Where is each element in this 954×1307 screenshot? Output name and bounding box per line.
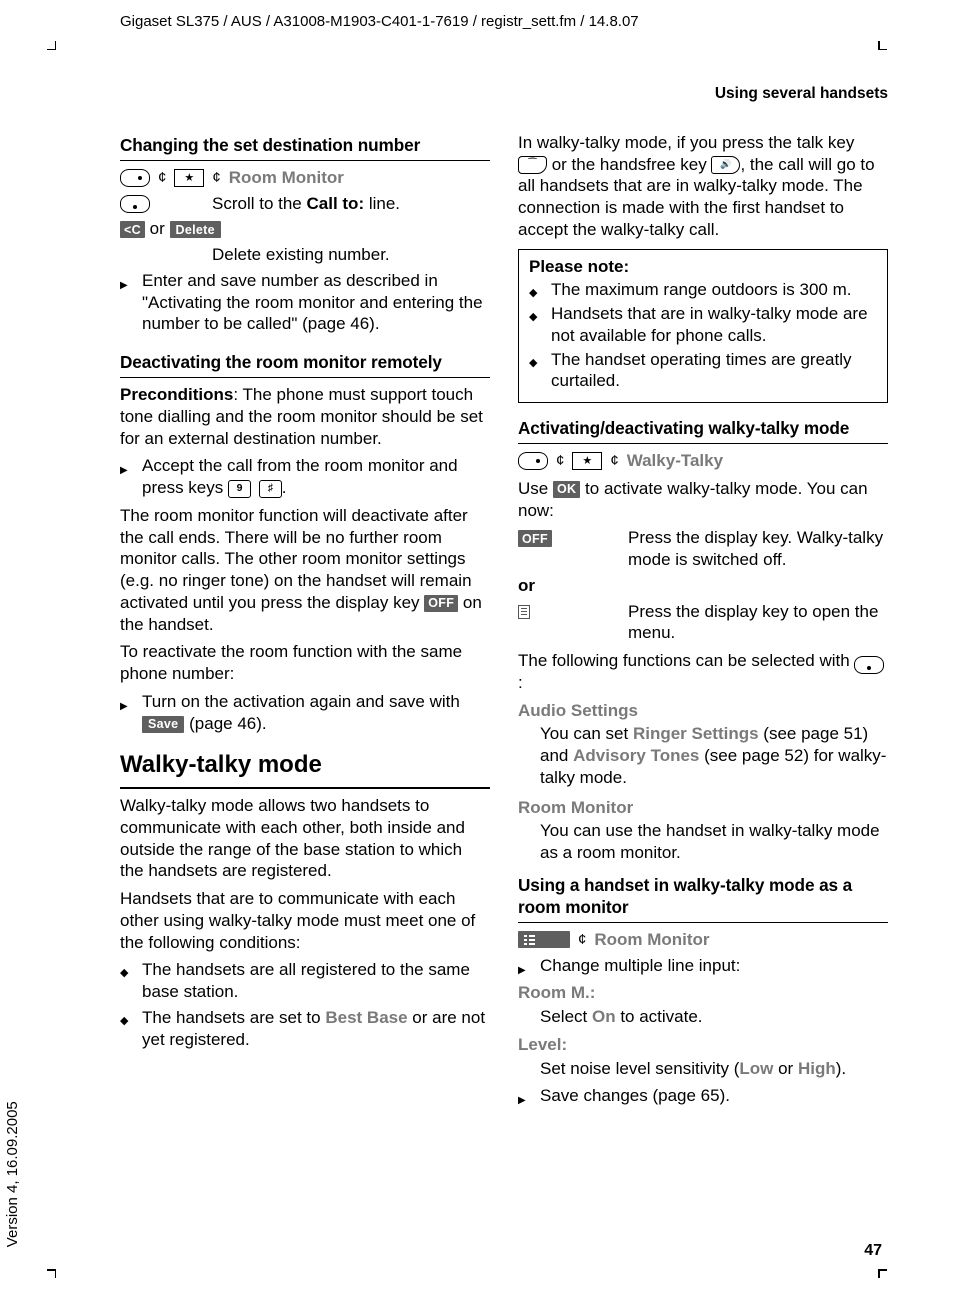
running-head: Using several handsets [120,84,888,104]
body-text: The room monitor function will deactivat… [120,505,490,636]
nav-path: ¢ ¢ Walky-Talky [518,450,888,472]
menu-label: Room Monitor [229,167,344,189]
menu-label: Walky-Talky [627,450,723,472]
field-label: Level: [518,1034,888,1056]
body-text: Preconditions: The phone must support to… [120,384,490,449]
instruction-text: Delete existing number. [212,244,490,266]
body-text: Walky-talky mode allows two handsets to … [120,795,490,882]
control-key-right-icon [120,169,150,187]
step-bullet-icon [120,455,142,499]
crop-mark [878,1269,892,1283]
handsfree-key-icon: 🔊 [711,156,740,174]
note-item: The handset operating times are greatly … [551,349,877,393]
arrow-icon: ¢ [578,930,586,949]
heading-activate-walky: Activating/deactivating walky-talky mode [518,417,888,444]
menu-option-label: Audio Settings [518,700,888,722]
please-note-box: Please note: The maximum range outdoors … [518,249,888,404]
note-item: Handsets that are in walky-talky mode ar… [551,303,877,347]
clear-key-icon: <C [120,221,145,238]
diamond-bullet-icon [529,349,551,393]
instruction-text: Turn on the activation again and save wi… [142,691,490,735]
instruction-text: Change multiple line input: [540,955,888,977]
heading-walky-talky: Walky-talky mode [120,750,490,789]
list-item: The handsets are set to Best Base or are… [142,1007,490,1051]
body-text: Select On to activate. [540,1006,888,1028]
menu-label: Room Monitor [594,929,709,951]
save-softkey: Save [142,716,184,733]
list-item: The handsets are all registered to the s… [142,959,490,1003]
diamond-bullet-icon [120,1007,142,1051]
note-item: The maximum range outdoors is 300 m. [551,279,877,301]
doc-path: Gigaset SL375 / AUS / A31008-M1903-C401-… [120,12,639,31]
body-text: Handsets that are to communicate with ea… [120,888,490,953]
instruction-text: Press the display key to open the menu. [628,601,888,645]
control-key-down-icon [854,656,884,674]
nav-path: ¢ Room Monitor [518,929,888,951]
control-key-down-icon [120,195,150,213]
arrow-icon: ¢ [556,451,564,470]
key-hash-icon: ♯ [259,480,282,498]
nav-path: ¢ ¢ Room Monitor [120,167,490,189]
step-bullet-icon [120,270,142,335]
body-text: The following functions can be selected … [518,650,888,694]
ok-softkey: OK [553,481,580,498]
page-body: Using several handsets Changing the set … [120,80,888,1250]
control-key-right-icon [518,452,548,470]
off-softkey: OFF [518,530,552,547]
instruction-text: Scroll to the Call to: line. [212,193,490,215]
crop-mark [42,36,56,50]
body-text: Set noise level sensitivity (Low or High… [540,1058,888,1080]
version-stamp: Version 4, 16.09.2005 [3,1101,22,1247]
star-key-icon [174,169,204,187]
instruction-text: Enter and save number as described in "A… [142,270,490,335]
left-column: Changing the set destination number ¢ ¢ … [120,130,490,1111]
instruction-text: Save changes (page 65). [540,1085,888,1107]
arrow-icon: ¢ [610,451,618,470]
right-column: In walky-talky mode, if you press the ta… [518,130,888,1111]
step-bullet-icon [518,1085,540,1107]
diamond-bullet-icon [120,959,142,1003]
arrow-icon: ¢ [212,168,220,187]
star-key-icon [572,452,602,470]
heading-use-as-room-monitor: Using a handset in walky-talky mode as a… [518,874,888,923]
talk-key-icon: ⁀ [518,156,547,174]
key-9-icon: 9 [228,480,251,498]
body-text: In walky-talky mode, if you press the ta… [518,132,888,241]
diamond-bullet-icon [529,279,551,301]
body-text: You can use the handset in walky-talky m… [540,820,888,864]
or-label: or [518,575,888,597]
off-softkey: OFF [424,595,458,612]
crop-mark [42,1269,56,1283]
note-title: Please note: [529,256,877,278]
heading-change-dest: Changing the set destination number [120,134,490,161]
delete-softkey: Delete [170,221,221,238]
diamond-bullet-icon [529,303,551,347]
menu-softkey [518,931,570,948]
menu-key-icon [518,605,530,619]
instruction-text: Press the display key. Walky-talky mode … [628,527,888,571]
step-bullet-icon [518,955,540,977]
crop-mark [878,36,892,50]
step-bullet-icon [120,691,142,735]
instruction-text: Accept the call from the room monitor an… [142,455,490,499]
page-number: 47 [864,1241,882,1261]
body-text: Use OK to activate walky-talky mode. You… [518,478,888,522]
body-text: To reactivate the room function with the… [120,641,490,685]
arrow-icon: ¢ [158,168,166,187]
or-text: or [145,219,170,238]
menu-option-label: Room Monitor [518,797,888,819]
heading-deactivate-remote: Deactivating the room monitor remotely [120,351,490,378]
body-text: You can set Ringer Settings (see page 51… [540,723,888,788]
field-label: Room M.: [518,982,888,1004]
